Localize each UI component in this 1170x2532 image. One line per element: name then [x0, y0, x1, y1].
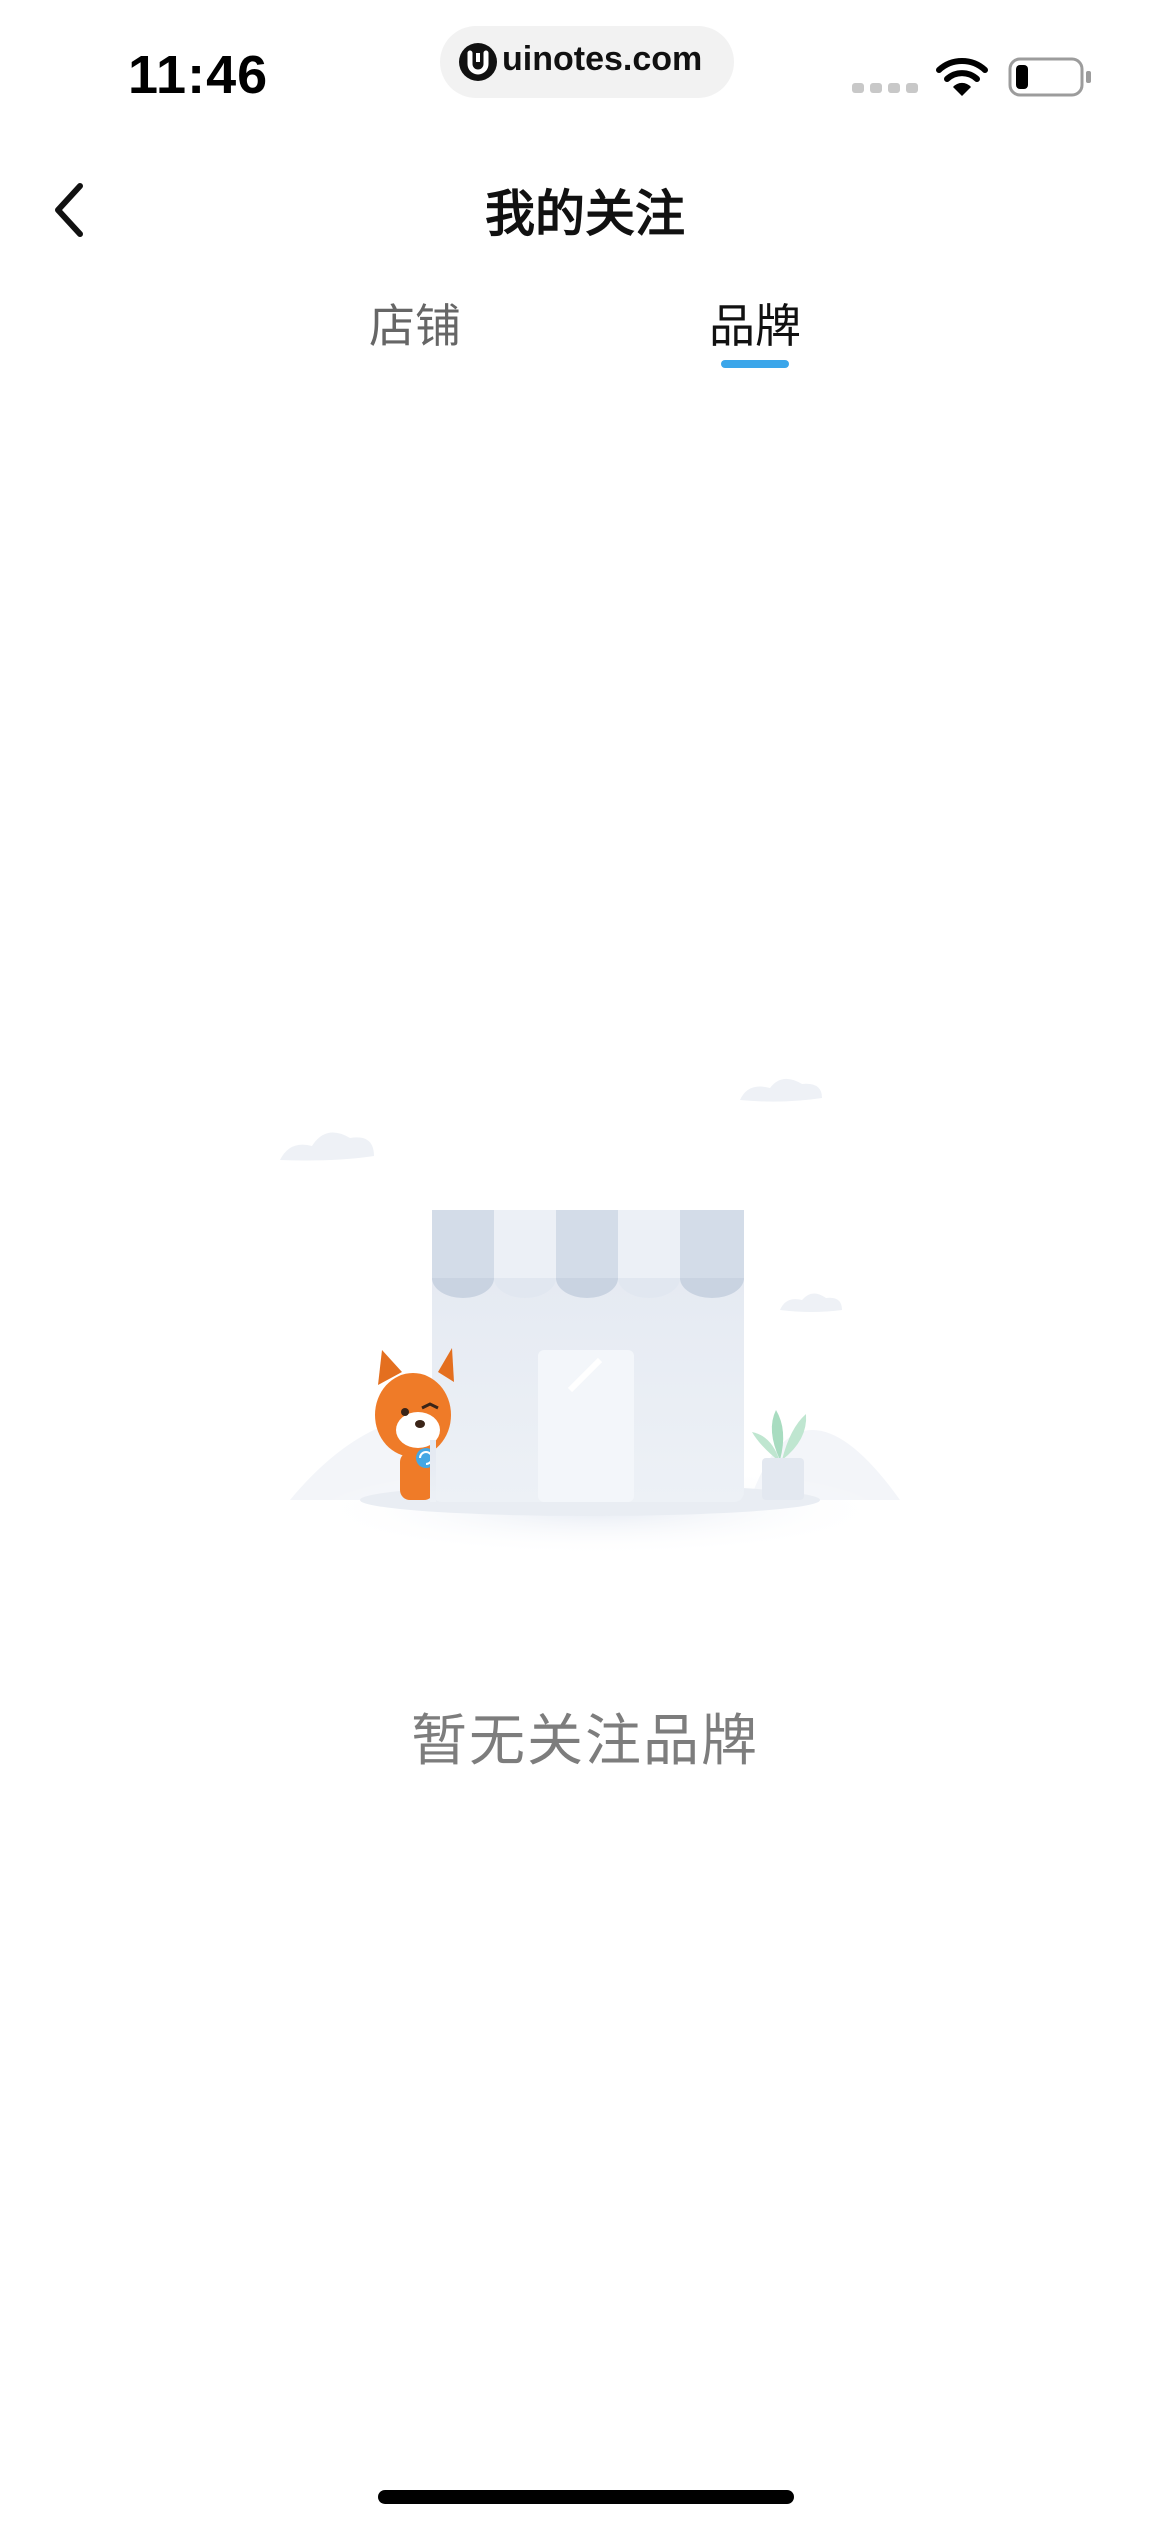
site-logo-icon [459, 43, 497, 81]
tab-brands[interactable]: 品牌 [680, 290, 830, 370]
tab-stores[interactable]: 店铺 [340, 290, 490, 370]
active-tab-indicator [721, 360, 789, 368]
url-text: uinotes.com [502, 40, 703, 78]
url-pill[interactable]: uinotes.com [440, 26, 734, 98]
nav-bar: 我的关注 [0, 150, 1170, 270]
status-bar: 11:46 uinotes.com [0, 0, 1170, 150]
shop-with-dog-illustration [280, 1078, 900, 1556]
battery-icon [1008, 57, 1091, 97]
page-title: 我的关注 [485, 185, 685, 243]
tab-bar: 店铺 品牌 [0, 270, 1170, 380]
home-indicator[interactable] [378, 2490, 794, 2504]
status-time: 11:46 [128, 45, 269, 105]
empty-state-message: 暂无关注品牌 [411, 1709, 759, 1774]
wifi-icon [936, 58, 988, 96]
signal-icon [852, 83, 918, 93]
